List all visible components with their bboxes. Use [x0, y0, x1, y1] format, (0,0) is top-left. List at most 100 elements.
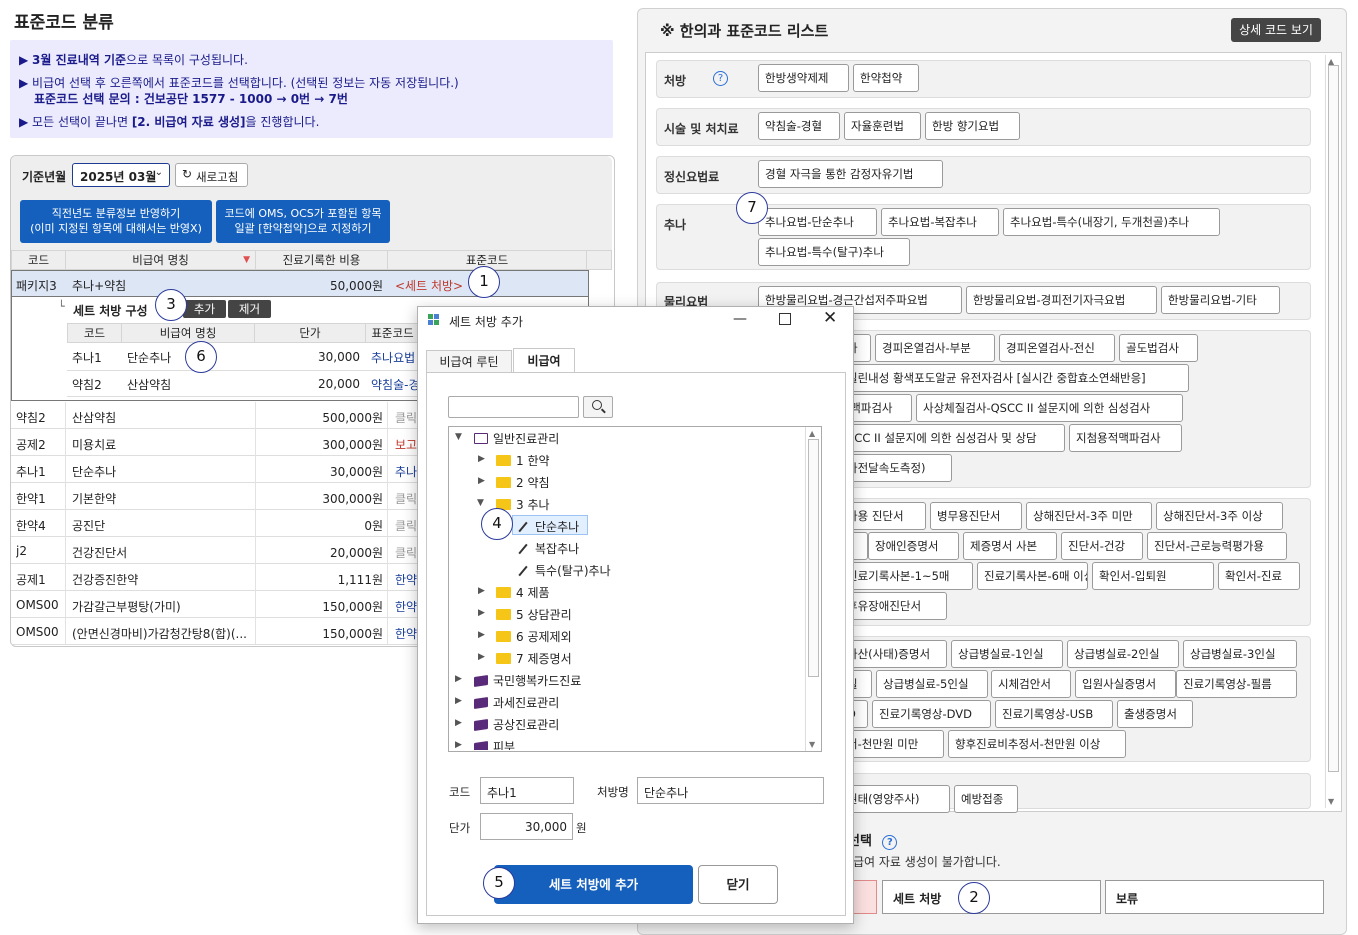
code-button[interactable]: 파전달속도측정): [840, 454, 952, 482]
code-button[interactable]: 입원사실증명서: [1075, 670, 1176, 698]
tree-expand-icon[interactable]: ▶: [455, 740, 462, 750]
tree-leaf-special-chuna[interactable]: 특수(탈구)추나: [517, 562, 611, 579]
tree-folder-deduct[interactable]: 6 공제제외: [496, 628, 572, 645]
search-button[interactable]: [583, 396, 613, 418]
code-button[interactable]: 경혈 자극을 통한 감정자유기법: [758, 160, 943, 188]
oms-bulk-button[interactable]: 코드에 OMS, OCS가 포함된 항목 일괄 [한약첩약]으로 지정하기: [216, 200, 390, 243]
tree-root-industrial[interactable]: 공상진료관리: [474, 716, 559, 733]
tree-expand-icon[interactable]: ▶: [455, 674, 462, 684]
code-button[interactable]: 사상체질검사-QSCC II 설문지에 의한 심성검사: [916, 394, 1183, 422]
selected-std[interactable]: <세트 처방>: [395, 277, 463, 294]
code-button[interactable]: 병무용진단서: [930, 502, 1022, 530]
tree-expand-icon[interactable]: ▶: [478, 454, 485, 464]
code-button[interactable]: 한방물리요법-기타: [1161, 286, 1280, 314]
tree-expand-icon[interactable]: ▶: [455, 718, 462, 728]
code-button[interactable]: 상해진단서-3주 이상: [1156, 502, 1283, 530]
base-month-select[interactable]: 2025년 03월 ⌄: [72, 163, 170, 187]
set-add-button[interactable]: 추가: [183, 300, 226, 318]
code-button[interactable]: 진료기록영상-필름: [1176, 670, 1297, 698]
row-std[interactable]: 보고: [395, 436, 417, 453]
code-button[interactable]: 진료기록사본-6매 이상: [977, 562, 1088, 590]
hold-button[interactable]: 보류: [1105, 880, 1324, 914]
code-button[interactable]: 지첨용적맥파검사: [1069, 424, 1182, 452]
code-button[interactable]: 진료기록사본-1~5매: [840, 562, 973, 590]
code-field[interactable]: 추나1: [480, 777, 574, 804]
code-button[interactable]: 상급병실료-1인실: [951, 640, 1063, 668]
code-button[interactable]: 상급병실료-2인실: [1067, 640, 1179, 668]
tree-scrollbar[interactable]: ▲ ▼: [805, 427, 822, 751]
code-button[interactable]: 약침술-경혈: [758, 112, 840, 140]
tree-expand-icon[interactable]: ▶: [455, 696, 462, 706]
code-button[interactable]: 경피온열검사-부분: [875, 334, 995, 362]
row-std[interactable]: 한약: [395, 598, 417, 615]
tree-leaf-simple-chuna[interactable]: 단순추나: [517, 518, 579, 535]
name-field[interactable]: 단순추나: [637, 777, 824, 804]
help-icon[interactable]: ?: [713, 71, 728, 86]
tree-folder-certs[interactable]: 7 제증명서: [496, 650, 572, 667]
tab-nonpay-routine[interactable]: 비급여 루틴: [426, 350, 512, 372]
code-button[interactable]: 골도법검사: [1119, 334, 1198, 362]
code-button[interactable]: 추나요법-특수(탈구)추나: [758, 238, 910, 266]
code-button[interactable]: 추나요법-단순추나: [758, 208, 877, 236]
tree-folder-consult[interactable]: 5 상담관리: [496, 606, 572, 623]
code-button[interactable]: 권태(영양주사): [840, 785, 950, 813]
code-button[interactable]: 상해진단서-3주 미만: [1026, 502, 1152, 530]
code-button[interactable]: SCC II 설문지에 의한 심성검사 및 상담: [840, 424, 1065, 452]
set-row-1-std[interactable]: 추나요법: [371, 349, 419, 366]
code-button[interactable]: 진단서-근로능력평가용: [1147, 532, 1287, 560]
bottom-btn-unsel[interactable]: [853, 880, 877, 914]
tree-expand-icon[interactable]: ▶: [478, 476, 485, 486]
refresh-button[interactable]: ↻ 새로고침: [175, 163, 248, 187]
row-std[interactable]: 한약: [395, 571, 417, 588]
tree-expand-icon[interactable]: ▼: [455, 432, 462, 442]
tree-collapse-icon[interactable]: ▼: [477, 498, 484, 508]
code-button[interactable]: 진료기록영상-USB: [995, 700, 1113, 728]
code-button[interactable]: 추나요법-특수(내장기, 두개천골)추나: [1003, 208, 1220, 236]
close-icon[interactable]: ✕: [823, 308, 837, 328]
code-button[interactable]: 한방 향기요법: [925, 112, 1020, 140]
set-row-2-std[interactable]: 약침술-경: [371, 376, 419, 393]
code-button[interactable]: 확인서-입퇴원: [1092, 562, 1214, 590]
tree-root-happycard[interactable]: 국민행복카드진료: [474, 672, 581, 689]
row-std[interactable]: 클릭: [395, 517, 417, 534]
code-button[interactable]: 시체검안서: [991, 670, 1071, 698]
row-std[interactable]: 클릭: [395, 544, 417, 561]
row-std[interactable]: 클릭: [395, 490, 417, 507]
tree-folder-products[interactable]: 4 제품: [496, 584, 550, 601]
code-button[interactable]: 출생증명서: [1117, 700, 1193, 728]
right-scrollbar[interactable]: ▲ ▼: [1325, 55, 1341, 808]
code-button[interactable]: 경피온열검사-전신: [999, 334, 1115, 362]
code-button[interactable]: 예방접종: [954, 785, 1018, 813]
code-button[interactable]: 향후진료비추정서-천만원 이상: [948, 730, 1126, 758]
help-icon[interactable]: ?: [882, 835, 898, 850]
tree-search-input[interactable]: [448, 396, 579, 418]
tree-expand-icon[interactable]: ▶: [478, 652, 485, 662]
tree-root-general[interactable]: 일반진료관리: [474, 430, 559, 447]
minimize-icon[interactable]: —: [733, 311, 747, 327]
tree-root-taxable[interactable]: 과세진료관리: [474, 694, 559, 711]
code-button[interactable]: 상급병실료-5인실: [876, 670, 988, 698]
set-remove-button[interactable]: 제거: [228, 300, 271, 318]
set-prescription-button[interactable]: 세트 처방: [882, 880, 1101, 914]
code-button[interactable]: 서-천만원 미만: [840, 730, 944, 758]
code-button[interactable]: 한방물리요법-경피전기자극요법: [966, 286, 1157, 314]
row-std[interactable]: 클릭: [395, 409, 417, 426]
maximize-icon[interactable]: [779, 313, 791, 325]
code-button[interactable]: 추나요법-복잡추나: [881, 208, 999, 236]
detail-code-button[interactable]: 상세 코드 보기: [1231, 18, 1321, 42]
code-button[interactable]: 한방생약제제: [758, 64, 849, 92]
tree-expand-icon[interactable]: ▶: [478, 586, 485, 596]
tab-nonpay[interactable]: 비급여: [513, 348, 575, 373]
code-button[interactable]: 한약첩약: [853, 64, 919, 92]
apply-prev-year-button[interactable]: 직전년도 분류정보 반영하기 (이미 지정된 항목에 대해서는 반영X): [20, 200, 212, 243]
row-std[interactable]: 추나: [395, 463, 417, 480]
code-button[interactable]: 후유장애진단서: [840, 592, 947, 620]
code-button[interactable]: 실린내성 황색포도알균 유전자검사 [실시간 중합효소연쇄반응]: [840, 364, 1189, 392]
tree-folder-pharmaco[interactable]: 2 약침: [496, 474, 550, 491]
code-button[interactable]: 진료기록영상-DVD: [872, 700, 991, 728]
row-std[interactable]: 한약: [395, 625, 417, 642]
code-button[interactable]: 장애인증명서: [868, 532, 959, 560]
add-to-set-button[interactable]: 세트 처방에 추가: [494, 865, 693, 904]
dialog-close-button[interactable]: 닫기: [698, 865, 778, 904]
code-button[interactable]: 제증명서 사본: [963, 532, 1057, 560]
